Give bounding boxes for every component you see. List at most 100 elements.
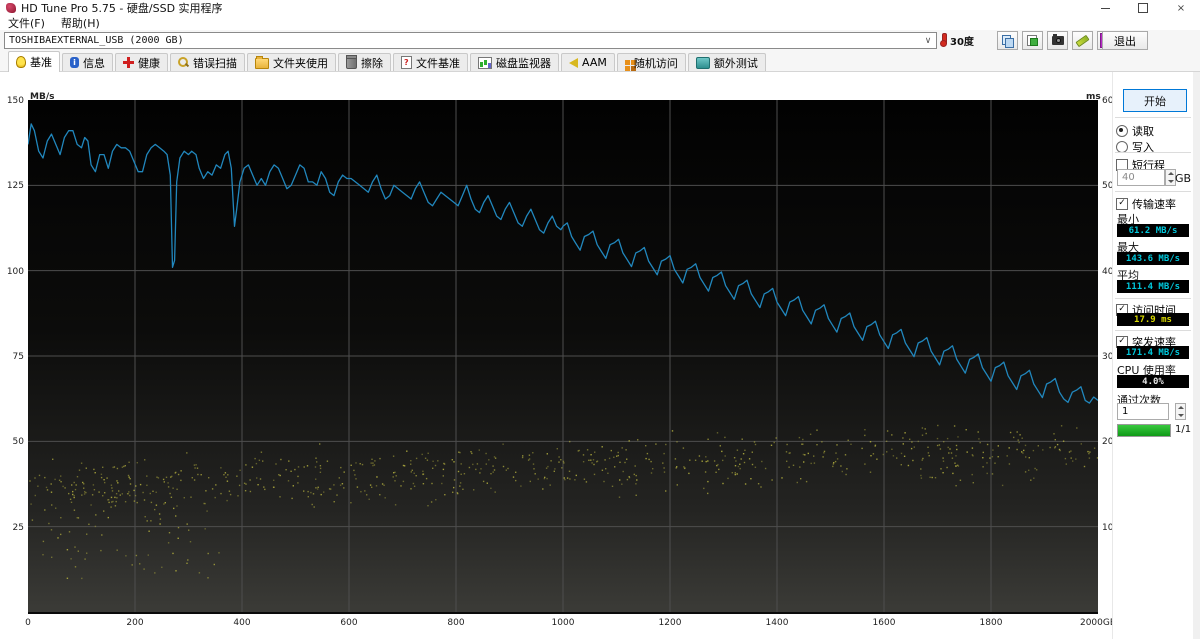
checkbox-icon <box>1116 198 1128 210</box>
tab-file-benchmark[interactable]: 文件基准 <box>393 53 468 71</box>
tab-label: 文件夹使用 <box>273 56 328 70</box>
start-button[interactable]: 开始 <box>1123 89 1187 112</box>
window-controls: × <box>1086 0 1200 16</box>
app-icon <box>6 3 16 13</box>
tab-label: 信息 <box>83 56 105 70</box>
tab-aam[interactable]: AAM <box>561 53 615 71</box>
chart-canvas <box>28 100 1098 612</box>
left-axis-tick: 75 <box>12 352 24 362</box>
minimize-icon[interactable] <box>1086 0 1124 16</box>
x-axis-tick: 1400 <box>765 618 789 628</box>
pen-button[interactable] <box>1072 31 1093 50</box>
x-axis-tick: 1200 <box>658 618 682 628</box>
copy-image-icon <box>1027 35 1038 46</box>
tab-folder-usage[interactable]: 文件夹使用 <box>247 53 336 71</box>
x-axis-tick: 1800 <box>979 618 1003 628</box>
window-title: HD Tune Pro 5.75 - 硬盘/SSD 实用程序 <box>21 2 223 15</box>
max-value: 143.6 MB/s <box>1117 252 1189 265</box>
exit-button[interactable]: 退出 <box>1102 31 1148 50</box>
drive-selector[interactable]: TOSHIBAEXTERNAL_USB (2000 GB) ∨ <box>4 32 937 49</box>
drive-selector-value: TOSHIBAEXTERNAL_USB (2000 GB) <box>9 35 184 46</box>
gb-unit-label: GB <box>1175 172 1192 185</box>
file-benchmark-icon <box>401 56 412 69</box>
menu-item-0[interactable]: 文件(F) <box>0 15 53 31</box>
camera-icon <box>1051 34 1064 45</box>
scan-icon <box>178 57 189 68</box>
camera-button[interactable] <box>1047 31 1068 50</box>
copy-image-button[interactable] <box>1022 31 1043 50</box>
tab-label: 错误扫描 <box>193 56 237 70</box>
control-panel: 开始 读取 写入 短行程 40 GB 传输速率 最小 61.2 MB/s 最大 … <box>1112 72 1193 639</box>
thermometer-icon <box>940 33 947 47</box>
extra-test-icon <box>695 56 710 69</box>
x-axis-tick: 400 <box>233 618 251 628</box>
title-bar: HD Tune Pro 5.75 - 硬盘/SSD 实用程序 × <box>0 0 1200 16</box>
maximize-icon[interactable] <box>1124 0 1162 16</box>
x-axis-tick: 800 <box>447 618 465 628</box>
read-radio-label: 读取 <box>1132 125 1154 138</box>
copy-text-button[interactable] <box>997 31 1018 50</box>
temperature-indicator: 30度 <box>940 31 974 49</box>
transfer-rate-label: 传输速率 <box>1132 198 1176 211</box>
avg-value: 111.4 MB/s <box>1117 280 1189 293</box>
erase-icon <box>346 55 357 69</box>
access-time-value: 17.9 ms <box>1117 313 1189 326</box>
left-axis-tick: 125 <box>6 181 24 192</box>
health-icon <box>123 57 134 68</box>
folder-icon <box>255 56 269 69</box>
pass-count-stepper[interactable] <box>1175 403 1186 420</box>
tab-label: AAM <box>582 56 607 69</box>
short-stroke-size-input[interactable]: 40 <box>1117 169 1165 186</box>
bulb-icon <box>16 56 26 68</box>
right-edge-strip <box>1192 72 1200 639</box>
cpu-usage-value: 4.0% <box>1117 375 1189 388</box>
tab-error-scan[interactable]: 错误扫描 <box>170 53 245 71</box>
toolbar: TOSHIBAEXTERNAL_USB (2000 GB) ∨ 30度 ↓ 退出 <box>0 30 1200 51</box>
tab-label: 文件基准 <box>416 56 460 70</box>
tab-label: 额外测试 <box>713 56 758 70</box>
chevron-down-icon[interactable]: ∨ <box>920 36 936 46</box>
tab-label: 基准 <box>30 56 52 69</box>
pass-count-value: 1 <box>1122 406 1129 417</box>
tab-erase[interactable]: 擦除 <box>338 53 391 71</box>
left-axis-tick: 25 <box>12 522 24 533</box>
tab-label: 磁盘监视器 <box>496 56 551 70</box>
transfer-rate-checkbox[interactable]: 传输速率 <box>1116 196 1176 212</box>
menu-item-1[interactable]: 帮助(H) <box>53 15 108 31</box>
temperature-value: 30度 <box>950 36 974 48</box>
left-axis-tick: 50 <box>12 437 24 448</box>
tab-benchmark[interactable]: 基准 <box>8 51 60 72</box>
benchmark-chart <box>28 100 1098 614</box>
left-axis-tick: 150 <box>6 96 24 106</box>
tab-bar: 基准 i 信息 健康 错误扫描 文件夹使用 擦除 文件基准 磁盘监视器 AAM 随机访问 额外测试 <box>0 51 1200 72</box>
tab-info[interactable]: i 信息 <box>62 53 113 71</box>
close-icon[interactable]: × <box>1162 0 1200 16</box>
pass-count-input[interactable]: 1 <box>1117 403 1169 420</box>
x-axis-tick: 0 <box>25 618 31 628</box>
progress-bar <box>1117 424 1171 437</box>
menu-bar: 文件(F) 帮助(H) <box>0 16 1200 31</box>
read-radio[interactable]: 读取 <box>1116 123 1154 139</box>
min-value: 61.2 MB/s <box>1117 224 1189 237</box>
left-axis-tick: 100 <box>6 266 24 277</box>
aam-icon <box>569 57 578 68</box>
benchmark-view: MB/s ms 150 125 100 75 50 25 60 50 40 30 20 10 0 20… <box>0 72 1200 639</box>
x-axis-tick: 200 <box>126 618 144 628</box>
radio-icon <box>1116 125 1128 137</box>
tab-random-access[interactable]: 随机访问 <box>616 53 686 71</box>
short-stroke-size-value: 40 <box>1122 172 1135 183</box>
x-axis-tick: 600 <box>340 618 358 628</box>
progress-text: 1/1 <box>1175 424 1192 435</box>
tab-disk-monitor[interactable]: 磁盘监视器 <box>470 53 559 71</box>
tab-label: 擦除 <box>361 56 383 70</box>
copy-text-icon <box>1002 35 1014 48</box>
burst-rate-value: 171.4 MB/s <box>1117 346 1189 359</box>
tab-health[interactable]: 健康 <box>115 53 168 71</box>
x-axis-tick: 1600 <box>872 618 896 628</box>
disk-monitor-icon <box>478 56 492 69</box>
tab-extra-tests[interactable]: 额外测试 <box>687 53 766 71</box>
x-axis-end-tick: 2000GB <box>1079 618 1117 628</box>
tab-label: 健康 <box>138 56 160 70</box>
tab-label: 随机访问 <box>633 56 678 70</box>
random-access-icon <box>624 60 630 65</box>
